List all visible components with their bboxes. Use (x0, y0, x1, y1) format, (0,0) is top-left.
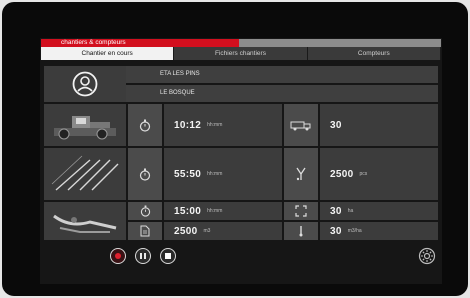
metric-row-2: 55:50 hh:mm (164, 148, 282, 200)
rate-cell (284, 222, 318, 240)
timer-cell (128, 148, 162, 200)
metric-row-3: 15:00 hh:mm (164, 202, 282, 220)
volume-cell (128, 222, 162, 240)
machine-image (44, 104, 126, 146)
implement-photo-icon (53, 214, 117, 233)
metric-value: 2500 (330, 168, 354, 180)
metric-value: 30 (330, 119, 342, 131)
metric-unit: ha (347, 208, 354, 214)
implement-image (44, 202, 126, 240)
tab-fichiers-chantiers[interactable]: Fichiers chantiers (174, 47, 308, 60)
stopwatch-icon (139, 168, 151, 181)
truck-icon (290, 121, 311, 131)
record-icon (115, 253, 121, 259)
area-frame-icon (295, 205, 307, 217)
pause-icon (140, 253, 146, 259)
metric-unit: pcs (359, 171, 368, 177)
field-rows-icon (51, 155, 119, 191)
document-icon (140, 225, 150, 237)
timer-cell (128, 104, 162, 146)
tab-bar: Chantier en cours Fichiers chantiers Com… (41, 47, 441, 60)
metric-unit: hh:mm (207, 122, 223, 128)
area-cell (284, 202, 318, 220)
info-line-1: ETA LES PINS (126, 66, 438, 83)
field-image (44, 148, 126, 200)
sprayer-cell (284, 148, 318, 200)
truck-cell (284, 104, 318, 146)
gauge-needle-icon (299, 226, 303, 237)
metric-row-1: 10:12 hh:mm (164, 104, 282, 146)
stopwatch-icon (140, 205, 150, 217)
metric-row-4-right: 30 m3/ha (320, 222, 438, 240)
tab-compteurs[interactable]: Compteurs (307, 47, 441, 60)
metric-row-1-right: 30 (320, 104, 438, 146)
info-line-2: LE BOSQUE (126, 85, 438, 102)
metric-unit: hh:mm (207, 171, 223, 177)
metric-row-2-right: 2500 pcs (320, 148, 438, 200)
metric-row-4: 2500 m3 (164, 222, 282, 240)
app-title: chantiers & compteurs (41, 39, 239, 47)
metric-unit: m3/ha (347, 228, 362, 234)
metric-unit: m3 (203, 228, 211, 234)
stop-icon (165, 253, 171, 259)
metric-unit: hh:mm (207, 208, 223, 214)
stopwatch-icon (139, 119, 151, 132)
record-button[interactable] (110, 248, 126, 264)
tractor-photo-icon (54, 116, 116, 140)
gear-icon[interactable] (418, 247, 436, 265)
metric-value: 55:50 (174, 168, 202, 180)
screen: chantiers & compteurs Chantier en cours … (40, 38, 442, 284)
metric-value: 2500 (174, 225, 198, 237)
metric-value: 10:12 (174, 119, 202, 131)
user-avatar-icon (72, 71, 98, 97)
pause-button[interactable] (135, 248, 151, 264)
user-panel[interactable] (44, 66, 126, 102)
sprayer-icon (296, 167, 306, 181)
metric-value: 30 (330, 205, 342, 217)
timer-cell (128, 202, 162, 220)
metric-row-3-right: 30 ha (320, 202, 438, 220)
tab-chantier-en-cours[interactable]: Chantier en cours (41, 47, 175, 60)
metric-value: 15:00 (174, 205, 202, 217)
stop-button[interactable] (160, 248, 176, 264)
metric-value: 30 (330, 225, 342, 237)
